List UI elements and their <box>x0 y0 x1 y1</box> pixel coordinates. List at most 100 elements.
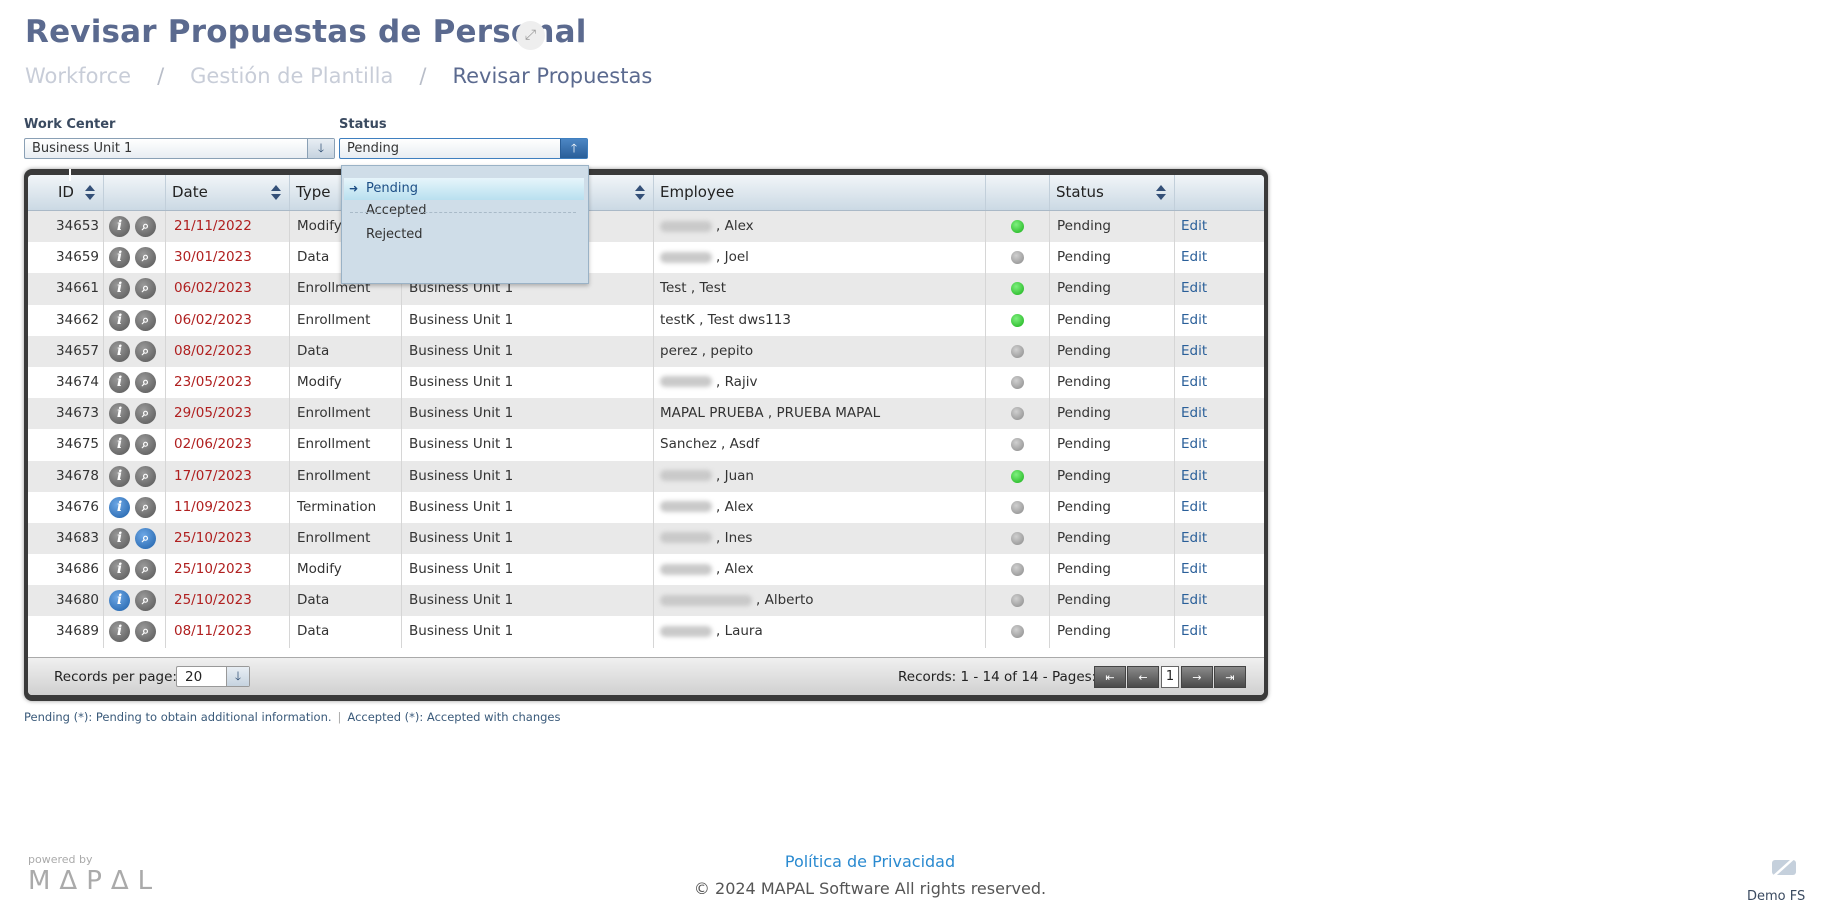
table-row[interactable]: 34683 i ⌕ 25/10/2023 Enrollment Business Unit… <box>28 522 1264 555</box>
status-indicator-icon <box>1011 407 1024 421</box>
cell-date: 29/05/2023 <box>166 398 290 430</box>
table-row[interactable]: 34661 i ⌕ 06/02/2023 Enrollment Business Unit… <box>28 273 1264 305</box>
attachment-icon[interactable]: ⌕ <box>135 340 156 362</box>
edit-link[interactable]: Edit <box>1175 305 1264 336</box>
attachment-icon[interactable]: ⌕ <box>135 496 156 518</box>
table-row[interactable]: 34659i⌕30/01/2023DataBusiness Unit 1, Jo… <box>28 242 1264 274</box>
edit-link[interactable]: Edit <box>1175 616 1264 647</box>
breadcrumb-separator: / <box>157 64 165 88</box>
table-row[interactable]: 34675 i ⌕ 02/06/2023 Enrollment Business Unit… <box>28 429 1264 461</box>
arrow-down-icon[interactable]: 🡓 <box>226 667 249 686</box>
sort-icon[interactable] <box>85 185 95 201</box>
attachment-icon[interactable]: ⌕ <box>135 527 156 549</box>
expand-icon[interactable]: ⤢ <box>516 21 545 50</box>
attachment-icon[interactable]: ⌕ <box>135 216 156 237</box>
breadcrumb-workforce[interactable]: Workforce <box>25 64 131 88</box>
privacy-policy-link[interactable]: Política de Privacidad <box>0 852 1740 871</box>
attachment-icon[interactable]: ⌕ <box>135 403 156 425</box>
column-header-employee[interactable]: Employee <box>654 175 986 210</box>
table-row[interactable]: 34678 i ⌕ 17/07/2023 Enrollment Business Unit… <box>28 460 1264 492</box>
table-row[interactable]: 34680 i ⌕ 25/10/2023 Data Business Unit 1, Al… <box>28 585 1264 617</box>
first-page-icon[interactable]: ⇤ <box>1094 666 1126 688</box>
edit-link[interactable]: Edit <box>1175 211 1264 242</box>
status-indicator-icon <box>1011 344 1024 358</box>
info-icon[interactable]: i <box>109 559 130 581</box>
column-header-status[interactable]: Status <box>1050 175 1175 210</box>
edit-link[interactable]: Edit <box>1175 429 1264 460</box>
edit-link[interactable]: Edit <box>1175 398 1264 429</box>
eye-off-icon[interactable] <box>1770 856 1798 878</box>
next-page-icon[interactable]: → <box>1181 666 1213 688</box>
cell-indicator <box>986 211 1050 243</box>
arrow-up-icon[interactable]: 🡑 <box>560 139 587 158</box>
edit-link[interactable]: Edit <box>1175 585 1264 616</box>
edit-link[interactable]: Edit <box>1175 554 1264 585</box>
column-header-date[interactable]: Date <box>166 175 290 210</box>
edit-link[interactable]: Edit <box>1175 242 1264 273</box>
status-select[interactable]: Pending 🡑 <box>339 138 588 159</box>
table-row[interactable]: 34653i⌕21/11/2022ModifyBusiness Unit 1, … <box>28 211 1264 243</box>
edit-link[interactable]: Edit <box>1175 523 1264 554</box>
info-icon[interactable]: i <box>109 340 130 362</box>
employee-name: Sanchez , Asdf <box>660 436 760 453</box>
info-icon[interactable]: i <box>109 621 130 643</box>
edit-link[interactable]: Edit <box>1175 336 1264 367</box>
arrow-down-icon[interactable]: 🡓 <box>307 139 334 158</box>
info-icon[interactable]: i <box>109 247 130 269</box>
cell-employee: , Laura <box>654 616 986 648</box>
info-icon[interactable]: i <box>109 216 130 237</box>
sort-icon[interactable] <box>1156 185 1166 201</box>
sort-icon[interactable] <box>271 185 281 201</box>
records-per-page-select[interactable]: 20 🡓 <box>176 666 250 687</box>
edit-link[interactable]: Edit <box>1175 492 1264 523</box>
edit-link[interactable]: Edit <box>1175 461 1264 492</box>
info-icon[interactable]: i <box>109 371 130 393</box>
cell-type: Enrollment <box>290 429 402 461</box>
grid-footer: Records per page: 20 🡓 Records: 1 - 14 o… <box>28 657 1264 695</box>
attachment-icon[interactable]: ⌕ <box>135 465 156 487</box>
cell-status: Pending <box>1050 335 1175 367</box>
status-option-rejected[interactable]: Rejected <box>344 224 584 246</box>
previous-page-icon[interactable]: ← <box>1127 666 1159 688</box>
attachment-icon[interactable]: ⌕ <box>135 590 156 612</box>
status-option-accepted[interactable]: Accepted <box>344 200 584 222</box>
work-center-select[interactable]: Business Unit 1 🡓 <box>24 138 335 159</box>
cell-type: Enrollment <box>290 304 402 336</box>
redacted-name <box>660 532 712 544</box>
sort-icon[interactable] <box>635 185 645 201</box>
info-icon[interactable]: i <box>109 527 130 549</box>
attachment-icon[interactable]: ⌕ <box>135 434 156 456</box>
attachment-icon[interactable]: ⌕ <box>135 559 156 581</box>
table-row[interactable]: 34686 i ⌕ 25/10/2023 Modify Business Unit 1, … <box>28 554 1264 586</box>
employee-name: Test , Test <box>660 280 727 297</box>
info-icon[interactable]: i <box>109 309 130 331</box>
attachment-icon[interactable]: ⌕ <box>135 247 156 269</box>
edit-link[interactable]: Edit <box>1175 367 1264 398</box>
last-page-icon[interactable]: ⇥ <box>1214 666 1246 688</box>
info-icon[interactable]: i <box>109 590 130 612</box>
edit-link[interactable]: Edit <box>1175 273 1264 304</box>
status-indicator-icon <box>1011 469 1024 483</box>
info-icon[interactable]: i <box>109 434 130 456</box>
attachment-icon[interactable]: ⌕ <box>135 278 156 300</box>
info-icon[interactable]: i <box>109 278 130 300</box>
attachment-icon[interactable]: ⌕ <box>135 621 156 643</box>
table-row[interactable]: 34674 i ⌕ 23/05/2023 Modify Business Unit 1, … <box>28 366 1264 399</box>
attachment-icon[interactable]: ⌕ <box>135 371 156 393</box>
breadcrumb-gestion-plantilla[interactable]: Gestión de Plantilla <box>190 64 393 88</box>
table-row[interactable]: 34673 i ⌕ 29/05/2023 Enrollment Business Unit… <box>28 398 1264 430</box>
table-row[interactable]: 34657 i ⌕ 08/02/2023 Data Business Unit 1 pere… <box>28 335 1264 367</box>
user-name[interactable]: Demo FS <box>1747 889 1805 904</box>
status-indicator-icon <box>1011 251 1024 265</box>
column-header-id[interactable]: ID <box>28 175 104 210</box>
table-row[interactable]: 34662 i ⌕ 06/02/2023 Enrollment Business Unit… <box>28 304 1264 336</box>
info-icon[interactable]: i <box>109 496 130 518</box>
info-icon[interactable]: i <box>109 403 130 425</box>
attachment-icon[interactable]: ⌕ <box>135 309 156 331</box>
info-icon[interactable]: i <box>109 465 130 487</box>
table-row[interactable]: 34676 i ⌕ 11/09/2023 Termination Business Uni… <box>28 491 1264 523</box>
status-option-pending[interactable]: Pending <box>344 178 584 200</box>
current-page-number[interactable]: 1 <box>1161 666 1179 688</box>
table-row[interactable]: 34689 i ⌕ 08/11/2023 Data Business Unit 1, La… <box>28 616 1264 648</box>
page-title: Revisar Propuestas de Personal <box>25 14 587 50</box>
